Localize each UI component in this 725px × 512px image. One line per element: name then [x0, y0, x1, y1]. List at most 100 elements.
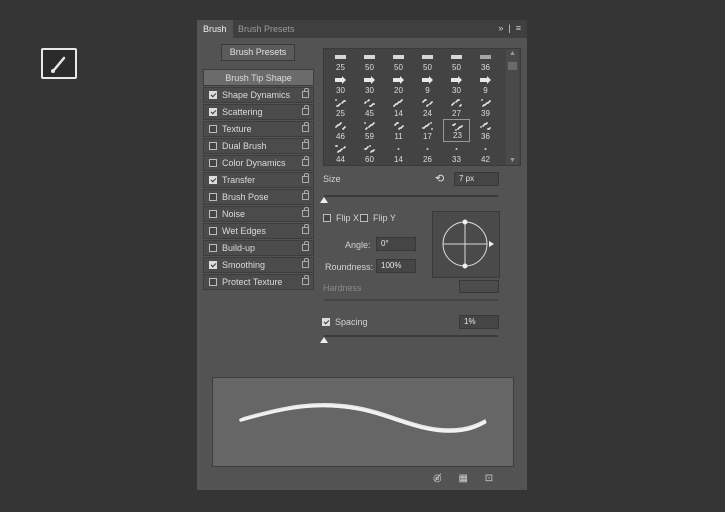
panel-menu-icons[interactable]: » | ≡ — [498, 23, 521, 33]
option-checkbox[interactable] — [209, 108, 217, 116]
brush-tip-cell[interactable]: 30 — [327, 73, 354, 96]
option-brush-tip-shape[interactable]: Brush Tip Shape — [203, 69, 314, 86]
lock-icon[interactable] — [302, 207, 309, 217]
option-protect-texture[interactable]: Protect Texture — [203, 274, 314, 290]
brush-tip-cell[interactable]: 33 — [443, 142, 470, 165]
lock-icon[interactable] — [302, 241, 309, 251]
option-noise[interactable]: Noise — [203, 206, 314, 222]
brush-tip-cell[interactable]: 42 — [472, 142, 499, 165]
brush-tip-cell[interactable]: 36 — [472, 50, 499, 73]
option-checkbox[interactable] — [209, 193, 217, 201]
brush-tip-grid: 25 50 50 50 50 36 30 30 20 9 30 9 25 45 14 24 27 39 46 59 11… — [323, 48, 521, 166]
brush-tip-cell[interactable]: 27 — [443, 96, 470, 119]
brush-tip-icon — [364, 122, 375, 130]
size-slider-track[interactable] — [324, 195, 498, 197]
brush-tip-cell[interactable]: 25 — [327, 50, 354, 73]
lock-icon[interactable] — [302, 224, 309, 234]
brush-tip-cell[interactable]: 36 — [472, 119, 499, 142]
lock-icon[interactable] — [302, 258, 309, 268]
option-shape-dynamics[interactable]: Shape Dynamics — [203, 87, 314, 103]
lock-icon[interactable] — [302, 275, 309, 285]
brush-tip-cell[interactable]: 30 — [356, 73, 383, 96]
lock-icon[interactable] — [302, 122, 309, 132]
option-checkbox[interactable] — [209, 159, 217, 167]
brush-tip-cell[interactable]: 45 — [356, 96, 383, 119]
brush-tip-icon — [422, 145, 433, 153]
lock-icon[interactable] — [302, 156, 309, 166]
brush-tip-cell[interactable]: 24 — [414, 96, 441, 119]
brush-icon — [51, 56, 66, 73]
brush-tip-cell[interactable]: 50 — [414, 50, 441, 73]
roundness-input[interactable]: 100% — [376, 259, 416, 273]
option-label: Transfer — [222, 175, 256, 185]
brush-tip-cell[interactable]: 44 — [327, 142, 354, 165]
tab-brush-presets[interactable]: Brush Presets — [232, 20, 301, 38]
scroll-up-icon[interactable]: ▲ — [509, 50, 516, 57]
option-checkbox[interactable] — [209, 261, 217, 269]
scroll-down-icon[interactable]: ▼ — [509, 157, 516, 164]
flip-y-box[interactable] — [360, 214, 368, 222]
grid-icon[interactable]: ▦ — [459, 473, 468, 484]
brush-tip-icon — [335, 122, 346, 130]
option-checkbox[interactable] — [209, 91, 217, 99]
new-page-icon[interactable]: ⊡ — [485, 473, 493, 484]
flip-x-box[interactable] — [323, 214, 331, 222]
spacing-slider-thumb[interactable] — [320, 337, 328, 343]
option-checkbox[interactable] — [209, 244, 217, 252]
brush-tip-cell[interactable]: 9 — [414, 73, 441, 96]
grid-scrollbar[interactable]: ▲ ▼ — [506, 49, 519, 165]
option-dual-brush[interactable]: Dual Brush — [203, 138, 314, 154]
option-scattering[interactable]: Scattering — [203, 104, 314, 120]
menu-icon[interactable]: ≡ — [516, 23, 521, 33]
spacing-box[interactable] — [322, 318, 330, 326]
collapse-icon[interactable]: » — [498, 23, 503, 33]
brush-tool-button[interactable] — [41, 48, 77, 79]
brush-tip-cell[interactable]: 50 — [385, 50, 412, 73]
brush-tip-cell[interactable]: 26 — [414, 142, 441, 165]
reset-size-icon[interactable]: ⟲ — [435, 172, 444, 185]
brush-tip-cell[interactable]: 14 — [385, 96, 412, 119]
option-checkbox[interactable] — [209, 210, 217, 218]
option-texture[interactable]: Texture — [203, 121, 314, 137]
brush-tip-cell[interactable]: 60 — [356, 142, 383, 165]
option-checkbox[interactable] — [209, 142, 217, 150]
brush-tip-cell[interactable]: 30 — [443, 73, 470, 96]
lock-icon[interactable] — [302, 173, 309, 183]
brush-tip-cell[interactable]: 17 — [414, 119, 441, 142]
brush-tip-cell[interactable]: 50 — [356, 50, 383, 73]
brush-tip-cell[interactable]: 50 — [443, 50, 470, 73]
option-transfer[interactable]: Transfer — [203, 172, 314, 188]
brush-tip-cell[interactable]: 59 — [356, 119, 383, 142]
angle-input[interactable]: 0° — [376, 237, 416, 251]
brush-tip-cell[interactable]: 23 — [443, 119, 470, 142]
option-checkbox[interactable] — [209, 278, 217, 286]
lock-icon[interactable] — [302, 139, 309, 149]
angle-roundness-widget[interactable] — [432, 211, 500, 278]
size-slider-thumb[interactable] — [320, 197, 328, 203]
brush-tip-cell[interactable]: 39 — [472, 96, 499, 119]
eye-slash-icon[interactable]: ◎̸ — [433, 473, 442, 484]
brush-tip-cell[interactable]: 20 — [385, 73, 412, 96]
brush-tip-cell[interactable]: 25 — [327, 96, 354, 119]
option-smoothing[interactable]: Smoothing — [203, 257, 314, 273]
lock-icon[interactable] — [302, 88, 309, 98]
brush-tip-cell[interactable]: 11 — [385, 119, 412, 142]
option-wet-edges[interactable]: Wet Edges — [203, 223, 314, 239]
brush-tip-cell[interactable]: 9 — [472, 73, 499, 96]
spacing-input[interactable]: 1% — [459, 315, 499, 329]
spacing-slider-track[interactable] — [324, 335, 498, 337]
brush-tip-cell[interactable]: 14 — [385, 142, 412, 165]
option-checkbox[interactable] — [209, 227, 217, 235]
option-brush-pose[interactable]: Brush Pose — [203, 189, 314, 205]
option-checkbox[interactable] — [209, 176, 217, 184]
lock-icon[interactable] — [302, 190, 309, 200]
option-build-up[interactable]: Build-up — [203, 240, 314, 256]
brush-tip-cell[interactable]: 46 — [327, 119, 354, 142]
tab-brush[interactable]: Brush — [197, 20, 233, 38]
option-color-dynamics[interactable]: Color Dynamics — [203, 155, 314, 171]
option-checkbox[interactable] — [209, 125, 217, 133]
brush-presets-button[interactable]: Brush Presets — [221, 44, 295, 61]
lock-icon[interactable] — [302, 105, 309, 115]
scroll-thumb[interactable] — [508, 62, 517, 70]
size-input[interactable]: 7 px — [454, 172, 499, 186]
